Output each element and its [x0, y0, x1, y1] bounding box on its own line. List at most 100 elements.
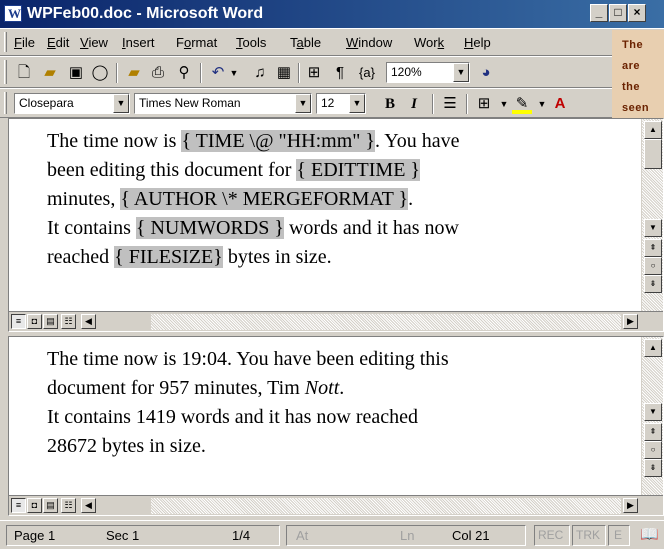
comment-icon[interactable]: ◯ [90, 63, 110, 83]
bell-icon[interactable]: ♫ [250, 63, 270, 83]
scroll-down-icon[interactable]: ▼ [644, 403, 662, 421]
style-value: Closepara [19, 96, 74, 110]
toolbar-grip[interactable] [4, 60, 7, 84]
author-field-code[interactable]: { AUTHOR \* MERGEFORMAT } [120, 188, 409, 210]
preview-icon[interactable]: ⊞ [304, 63, 324, 83]
title-bar[interactable]: WPFeb00.doc - Microsoft Word _ □ × [0, 0, 664, 28]
chevron-down-icon[interactable]: ▼ [113, 94, 129, 113]
pilcrow-icon[interactable]: ¶ [330, 63, 350, 83]
next-page-icon[interactable]: ⇟ [644, 459, 662, 477]
next-page-icon[interactable]: ⇟ [644, 275, 662, 293]
trk-indicator[interactable]: TRK [576, 528, 600, 542]
field-results-pane[interactable]: The time now is 19:04. You have been edi… [8, 336, 664, 516]
web-view-icon[interactable]: ◘ [27, 314, 42, 329]
status-page-count: 1/4 [232, 528, 251, 543]
undo-dropdown-icon[interactable]: ▼ [224, 63, 244, 83]
book-icon[interactable]: 📖 [640, 525, 659, 543]
rec-indicator[interactable]: REC [538, 528, 563, 542]
previous-page-icon[interactable]: ⇞ [644, 423, 662, 441]
scroll-left-icon[interactable]: ◀ [81, 498, 96, 513]
borders-dropdown-icon[interactable]: ▼ [494, 94, 514, 114]
save-icon[interactable]: ▣ [66, 63, 86, 83]
new-document-icon[interactable]: 🗋 [14, 63, 34, 83]
browse-object-icon[interactable]: ○ [644, 257, 662, 275]
toolbar-separator [298, 63, 300, 83]
vertical-scrollbar[interactable]: ▲ ▼ ⇞ ○ ⇟ [641, 119, 663, 311]
normal-view-icon[interactable]: ≡ [11, 498, 26, 513]
scroll-up-icon[interactable]: ▲ [644, 121, 662, 139]
scroll-right-icon[interactable]: ▶ [623, 498, 638, 513]
highlight-dropdown-icon[interactable]: ▼ [532, 94, 552, 114]
close-button[interactable]: × [628, 4, 646, 22]
vertical-scrollbar[interactable]: ▲ ▼ ⇞ ○ ⇟ [641, 337, 663, 495]
highlight-icon[interactable]: ✎ [512, 94, 532, 114]
font-size-select[interactable]: 12 ▼ [316, 93, 366, 114]
zoom-select[interactable]: 120% ▼ [386, 62, 470, 83]
previous-page-icon[interactable]: ⇞ [644, 239, 662, 257]
menu-file[interactable]: File [14, 35, 35, 50]
chevron-down-icon[interactable]: ▼ [453, 63, 469, 82]
open-folder-icon[interactable]: ▰ [124, 63, 144, 83]
print-view-icon[interactable]: ▤ [43, 498, 58, 513]
normal-view-icon[interactable]: ≡ [11, 314, 26, 329]
italic-button[interactable]: I [404, 94, 424, 114]
print-view-icon[interactable]: ▤ [43, 314, 58, 329]
web-view-icon[interactable]: ◘ [27, 498, 42, 513]
scroll-down-icon[interactable]: ▼ [644, 219, 662, 237]
menu-table[interactable]: Table [290, 35, 321, 50]
menu-work[interactable]: Work [414, 35, 444, 50]
document-text-codes[interactable]: The time now is { TIME \@ "HH:mm" }. You… [9, 119, 637, 272]
time-field-code[interactable]: { TIME \@ "HH:mm" } [181, 130, 376, 152]
scroll-right-icon[interactable]: ▶ [623, 314, 638, 329]
outline-view-icon[interactable]: ☷ [61, 314, 76, 329]
horizontal-scroll-track[interactable] [151, 314, 621, 330]
scroll-up-icon[interactable]: ▲ [644, 339, 662, 357]
menu-tools[interactable]: Tools [236, 35, 266, 50]
status-bar: Page 1 Sec 1 1/4 At Ln Col 21 REC TRK E … [0, 520, 664, 549]
scroll-left-icon[interactable]: ◀ [81, 314, 96, 329]
open-icon[interactable]: ▰ [40, 63, 60, 83]
menu-help[interactable]: Help [464, 35, 491, 50]
horizontal-scrollbar[interactable]: ≡ ◘ ▤ ☷ ◀ ▶ [9, 495, 663, 515]
font-select[interactable]: Times New Roman ▼ [134, 93, 312, 114]
form-icon[interactable]: ▦ [274, 63, 294, 83]
toolbar-grip[interactable] [4, 92, 7, 114]
edittime-field-code[interactable]: { EDITTIME } [296, 159, 421, 181]
chevron-down-icon[interactable]: ▼ [295, 94, 311, 113]
field-codes-icon[interactable]: {a} [354, 63, 380, 83]
maximize-button[interactable]: □ [609, 4, 627, 22]
toolbar-separator [432, 94, 434, 114]
style-select[interactable]: Closepara ▼ [14, 93, 130, 114]
document-text-results[interactable]: The time now is 19:04. You have been edi… [9, 337, 637, 461]
word-document-icon[interactable] [4, 5, 22, 22]
menu-edit[interactable]: Edit [47, 35, 69, 50]
ext-indicator[interactable]: E [614, 528, 622, 542]
menu-view[interactable]: View [80, 35, 108, 50]
menu-window[interactable]: Window [346, 35, 392, 50]
chevron-down-icon[interactable]: ▼ [349, 94, 365, 113]
text-line: minutes, { AUTHOR \* MERGEFORMAT }. [47, 188, 414, 210]
borders-icon[interactable]: ⊞ [474, 94, 494, 114]
standard-toolbar: 🗋 ▰ ▣ ◯ ▰ ⎙ ⚲ ↶ ▼ ♫ ▦ ⊞ ¶ {a} 120% ▼ ◕ [0, 56, 664, 88]
menu-insert[interactable]: Insert [122, 35, 155, 50]
help-icon[interactable]: ◕ [476, 63, 496, 83]
browse-object-icon[interactable]: ○ [644, 441, 662, 459]
menu-bar: File Edit View Insert Format Tools Table… [0, 28, 664, 56]
minimize-button[interactable]: _ [590, 4, 608, 22]
menubar-grip[interactable] [4, 32, 7, 52]
decrease-indent-icon[interactable]: ☰ [440, 94, 460, 114]
numwords-field-code[interactable]: { NUMWORDS } [135, 217, 284, 239]
menu-format[interactable]: Format [176, 35, 217, 50]
find-icon[interactable]: ⚲ [174, 63, 194, 83]
horizontal-scroll-track[interactable] [151, 498, 621, 514]
scroll-thumb[interactable] [644, 139, 662, 169]
field-codes-pane[interactable]: The time now is { TIME \@ "HH:mm" }. You… [8, 118, 664, 332]
status-column: Col 21 [452, 528, 490, 543]
bold-button[interactable]: B [380, 94, 400, 114]
outline-view-icon[interactable]: ☷ [61, 498, 76, 513]
formatting-toolbar: Closepara ▼ Times New Roman ▼ 12 ▼ B I ☰ ⊞ … [0, 88, 664, 118]
font-color-icon[interactable]: A [550, 94, 570, 114]
filesize-field-code[interactable]: { FILESIZE} [114, 246, 223, 268]
print-icon[interactable]: ⎙ [148, 63, 168, 83]
horizontal-scrollbar[interactable]: ≡ ◘ ▤ ☷ ◀ ▶ [9, 311, 663, 331]
